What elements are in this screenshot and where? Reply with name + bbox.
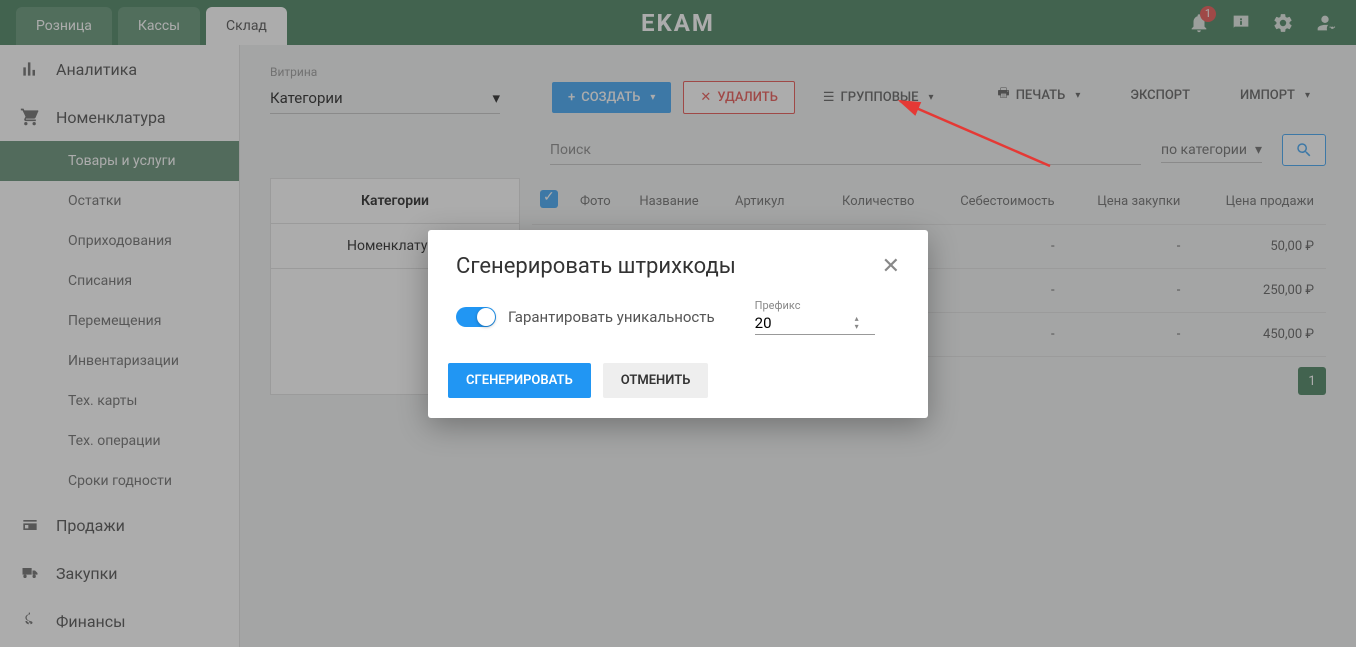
toggle-label: Гарантировать уникальность — [508, 308, 715, 326]
chevron-down-icon: ▾ — [855, 323, 859, 331]
prefix-input[interactable] — [755, 312, 855, 334]
modal-close-button[interactable]: ✕ — [882, 254, 900, 279]
annotation-arrow — [890, 96, 1060, 176]
generate-barcodes-modal: Сгенерировать штрихкоды ✕ Гарантировать … — [428, 230, 928, 418]
uniqueness-toggle[interactable] — [456, 307, 496, 327]
close-icon: ✕ — [882, 254, 900, 279]
modal-overlay: Сгенерировать штрихкоды ✕ Гарантировать … — [0, 0, 1356, 647]
cancel-button[interactable]: ОТМЕНИТЬ — [603, 363, 709, 398]
generate-button[interactable]: СГЕНЕРИРОВАТЬ — [448, 363, 591, 398]
spinner-arrows[interactable]: ▴▾ — [855, 315, 859, 331]
prefix-label: Префикс — [755, 299, 875, 312]
modal-title: Сгенерировать штрихкоды — [456, 254, 736, 279]
